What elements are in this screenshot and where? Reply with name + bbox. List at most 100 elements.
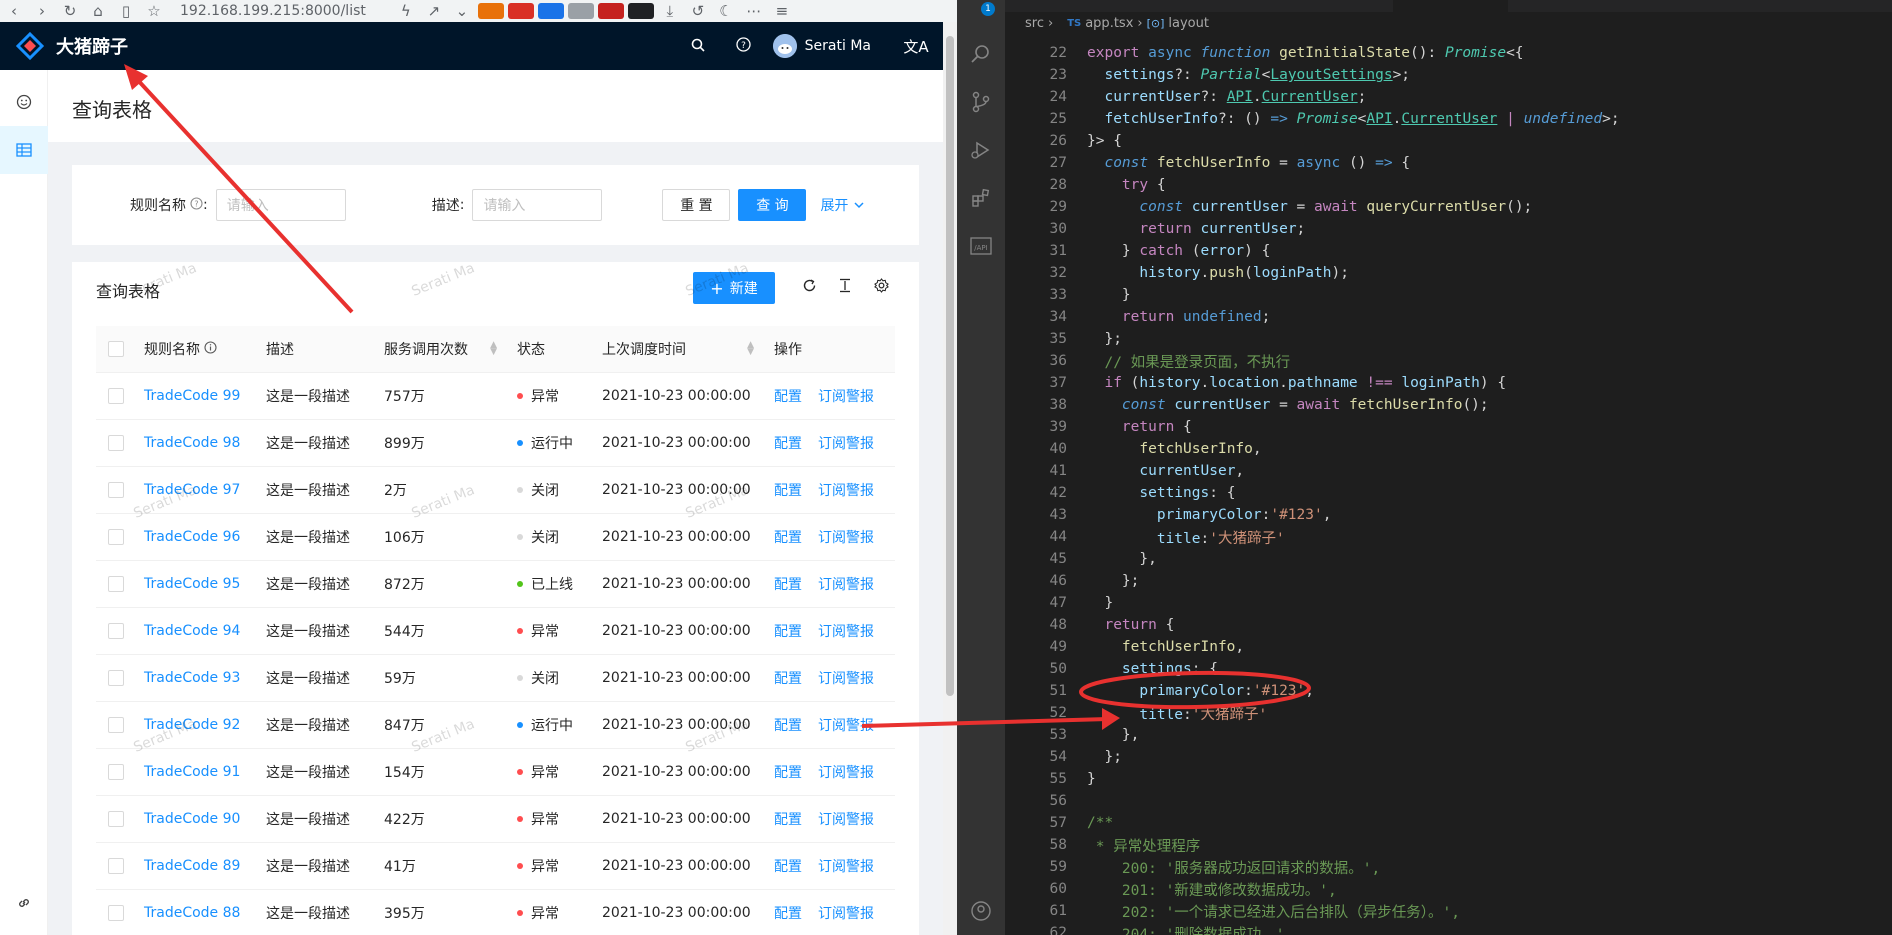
expand-link[interactable]: 展开 xyxy=(820,195,848,215)
code-line[interactable]: 62 204: '删除数据成功。', xyxy=(1005,922,1765,935)
code-line[interactable]: 48 return { xyxy=(1005,614,1765,636)
table-row[interactable]: TradeCode 91 这是一段描述 154万 异常 2021-10-23 0… xyxy=(96,749,895,796)
code-line[interactable]: 53 }, xyxy=(1005,724,1765,746)
table-row[interactable]: TradeCode 88 这是一段描述 395万 异常 2021-10-23 0… xyxy=(96,890,895,935)
row-checkbox[interactable] xyxy=(108,670,124,686)
app-title[interactable]: 大猪蹄子 xyxy=(56,33,128,59)
more-icon[interactable]: ⋯ xyxy=(740,0,768,22)
config-link[interactable]: 配置 xyxy=(774,856,802,876)
link-icon[interactable] xyxy=(0,879,48,927)
table-row[interactable]: TradeCode 93 这是一段描述 59万 关闭 2021-10-23 00… xyxy=(96,655,895,702)
config-link[interactable]: 配置 xyxy=(774,386,802,406)
table-row[interactable]: TradeCode 90 这是一段描述 422万 异常 2021-10-23 0… xyxy=(96,796,895,843)
active-tab[interactable] xyxy=(1393,0,1508,12)
rule-name-link[interactable]: TradeCode 99 xyxy=(144,388,240,404)
code-line[interactable]: 31 } catch (error) { xyxy=(1005,240,1765,262)
chevron-down-icon[interactable]: ⌄ xyxy=(448,0,476,22)
rule-name-link[interactable]: TradeCode 90 xyxy=(144,811,240,827)
rule-name-link[interactable]: TradeCode 95 xyxy=(144,576,240,592)
subscribe-alert-link[interactable]: 订阅警报 xyxy=(818,527,874,547)
source-control-icon[interactable] xyxy=(957,78,1005,126)
config-link[interactable]: 配置 xyxy=(774,903,802,923)
code-line[interactable]: 28 try { xyxy=(1005,174,1765,196)
row-checkbox[interactable] xyxy=(108,529,124,545)
rule-name-link[interactable]: TradeCode 91 xyxy=(144,764,240,780)
config-link[interactable]: 配置 xyxy=(774,433,802,453)
setting-icon[interactable] xyxy=(863,278,899,298)
rule-name-link[interactable]: TradeCode 94 xyxy=(144,623,240,639)
breadcrumb-symbol[interactable]: layout xyxy=(1168,16,1209,31)
translate-icon[interactable]: 文A xyxy=(893,36,939,57)
column-header[interactable]: 服务调用次数 ▲ ▼ xyxy=(376,339,509,359)
rule-name-link[interactable]: TradeCode 98 xyxy=(144,435,240,451)
code-line[interactable]: 54 }; xyxy=(1005,746,1765,768)
page-scrollbar[interactable] xyxy=(943,22,957,935)
select-all-checkbox[interactable] xyxy=(108,341,124,357)
code-line[interactable]: 30 return currentUser; xyxy=(1005,218,1765,240)
description-input[interactable]: 请输入 xyxy=(472,189,603,221)
row-checkbox[interactable] xyxy=(108,905,124,921)
code-line[interactable]: 56 xyxy=(1005,790,1765,812)
config-link[interactable]: 配置 xyxy=(774,527,802,547)
table-row[interactable]: TradeCode 94 这是一段描述 544万 异常 2021-10-23 0… xyxy=(96,608,895,655)
code-line[interactable]: 52 title:'大猪蹄子' xyxy=(1005,702,1765,724)
code-line[interactable]: 49 fetchUserInfo, xyxy=(1005,636,1765,658)
table-row[interactable]: TradeCode 99 这是一段描述 757万 异常 2021-10-23 0… xyxy=(96,373,895,420)
home-icon[interactable]: ⌂ xyxy=(84,0,112,22)
code-line[interactable]: 24 currentUser?: API.CurrentUser; xyxy=(1005,86,1765,108)
sort-icon[interactable]: ▲ ▼ xyxy=(490,341,497,357)
search-icon[interactable] xyxy=(957,30,1005,78)
extension-icon[interactable] xyxy=(567,3,594,19)
rule-name-link[interactable]: TradeCode 89 xyxy=(144,858,240,874)
code-line[interactable]: 42 settings: { xyxy=(1005,482,1765,504)
code-line[interactable]: 46 }; xyxy=(1005,570,1765,592)
row-checkbox[interactable] xyxy=(108,482,124,498)
code-line[interactable]: 43 primaryColor:'#123', xyxy=(1005,504,1765,526)
code-line[interactable]: 22 export async function getInitialState(… xyxy=(1005,42,1765,64)
new-button[interactable]: + 新建 xyxy=(693,272,775,304)
table-row[interactable]: TradeCode 89 这是一段描述 41万 异常 2021-10-23 00… xyxy=(96,843,895,890)
moon-icon[interactable]: ☾ xyxy=(712,0,740,22)
code-line[interactable]: 60 201: '新建或修改数据成功。', xyxy=(1005,878,1765,900)
column-header[interactable]: 上次调度时间 ▲ ▼ xyxy=(594,339,766,359)
row-checkbox[interactable] xyxy=(108,623,124,639)
row-checkbox[interactable] xyxy=(108,811,124,827)
back-icon[interactable]: ‹ xyxy=(0,0,28,22)
subscribe-alert-link[interactable]: 订阅警报 xyxy=(818,574,874,594)
column-header[interactable]: 描述 xyxy=(258,339,376,359)
row-checkbox[interactable] xyxy=(108,435,124,451)
search-icon[interactable] xyxy=(675,37,721,56)
code-line[interactable]: 41 currentUser, xyxy=(1005,460,1765,482)
avatar[interactable] xyxy=(772,34,797,58)
table-row[interactable]: TradeCode 96 这是一段描述 106万 关闭 2021-10-23 0… xyxy=(96,514,895,561)
reload-icon[interactable]: ↻ xyxy=(56,0,84,22)
subscribe-alert-link[interactable]: 订阅警报 xyxy=(818,856,874,876)
subscribe-alert-link[interactable]: 订阅警报 xyxy=(818,762,874,782)
code-line[interactable]: 33 } xyxy=(1005,284,1765,306)
subscribe-alert-link[interactable]: 订阅警报 xyxy=(818,715,874,735)
code-line[interactable]: 51 primaryColor:'#123', xyxy=(1005,680,1765,702)
row-checkbox[interactable] xyxy=(108,717,124,733)
reload-icon[interactable] xyxy=(791,278,827,298)
breadcrumb-folder[interactable]: src xyxy=(1025,16,1044,31)
code-line[interactable]: 29 const currentUser = await queryCurren… xyxy=(1005,196,1765,218)
config-link[interactable]: 配置 xyxy=(774,574,802,594)
code-line[interactable]: 57 /** xyxy=(1005,812,1765,834)
sidebar-item-welcome[interactable] xyxy=(0,78,48,126)
code-line[interactable]: 45 }, xyxy=(1005,548,1765,570)
rule-name-input[interactable]: 请输入 xyxy=(215,189,346,221)
star-icon[interactable]: ☆ xyxy=(140,0,168,22)
row-checkbox[interactable] xyxy=(108,576,124,592)
rule-name-link[interactable]: TradeCode 97 xyxy=(144,482,240,498)
code-line[interactable]: 47 } xyxy=(1005,592,1765,614)
column-height-icon[interactable] xyxy=(827,278,863,298)
config-link[interactable]: 配置 xyxy=(774,762,802,782)
extension-icon[interactable] xyxy=(597,3,624,19)
subscribe-alert-link[interactable]: 订阅警报 xyxy=(818,809,874,829)
column-header[interactable]: 规则名称 xyxy=(136,339,258,359)
extension-icon[interactable] xyxy=(537,3,564,19)
forward-icon[interactable]: › xyxy=(28,0,56,22)
code-line[interactable]: 27 const fetchUserInfo = async () => { xyxy=(1005,152,1765,174)
subscribe-alert-link[interactable]: 订阅警报 xyxy=(818,433,874,453)
code-line[interactable]: 50 settings: { xyxy=(1005,658,1765,680)
